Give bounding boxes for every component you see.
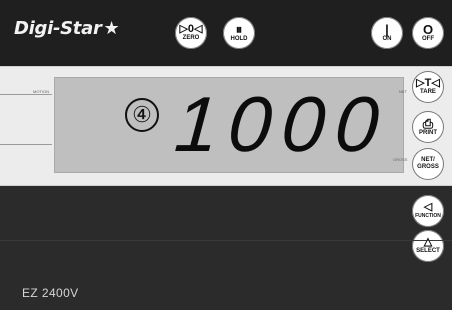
print-label: PRINT [419,130,437,136]
off-button[interactable]: O OFF [412,17,444,49]
lcd-display: ④ 1000 [54,77,404,173]
off-label: OFF [422,36,434,42]
weight-reading: 1000 [171,80,392,168]
print-button[interactable]: ⎙ PRINT [412,111,444,143]
scale-indicator-device: Digi-Star ★ ▷0◁ ZERO ⏸ HOLD | ON O OFF MO… [0,0,452,310]
star-icon: ★ [103,18,120,39]
net-label: NET [399,89,407,94]
zero-icon: ▷0◁ [179,23,203,35]
hold-label: HOLD [230,36,248,42]
brand-logo: Digi-Star ★ [14,18,120,39]
hold-button[interactable]: ⏸ HOLD [223,17,255,49]
gross-label: GROSS [393,157,408,162]
up-triangle-icon: △ [423,236,433,248]
tare-label: TARE [420,89,436,95]
function-button[interactable]: ◁ FUNCTION [412,195,444,227]
left-triangle-icon: ◁ [423,201,433,213]
net-gross-icon: NET/ [421,157,435,163]
power-on-icon: | [385,22,389,37]
divider [0,144,52,145]
on-button[interactable]: | ON [371,17,403,49]
zero-button[interactable]: ▷0◁ ZERO [175,17,207,49]
indicator-number: ④ [125,98,159,132]
pause-icon: ⏸ [235,22,243,37]
model-label: EZ 2400V [22,286,79,300]
tare-button[interactable]: ▷T◁ TARE [412,71,444,103]
zero-label: ZERO [182,35,200,41]
power-off-icon: O [422,22,434,37]
divider [0,240,452,241]
display-band: MOTION ④ 1000 NET GROSS [0,66,452,186]
printer-icon: ⎙ [422,116,434,131]
function-label: FUNCTION [415,213,441,219]
net-gross-label: GROSS [417,164,439,170]
select-button[interactable]: △ SELECT [412,230,444,262]
net-gross-button[interactable]: NET/ GROSS [412,148,444,180]
select-label: SELECT [416,248,440,254]
divider [0,94,52,95]
top-bar: Digi-Star ★ ▷0◁ ZERO ⏸ HOLD | ON O OFF [0,0,452,66]
brand-logo-text: Digi-Star [14,18,102,39]
motion-label: MOTION [33,89,49,94]
tare-icon: ▷T◁ [416,77,440,89]
on-label: ON [382,36,392,42]
